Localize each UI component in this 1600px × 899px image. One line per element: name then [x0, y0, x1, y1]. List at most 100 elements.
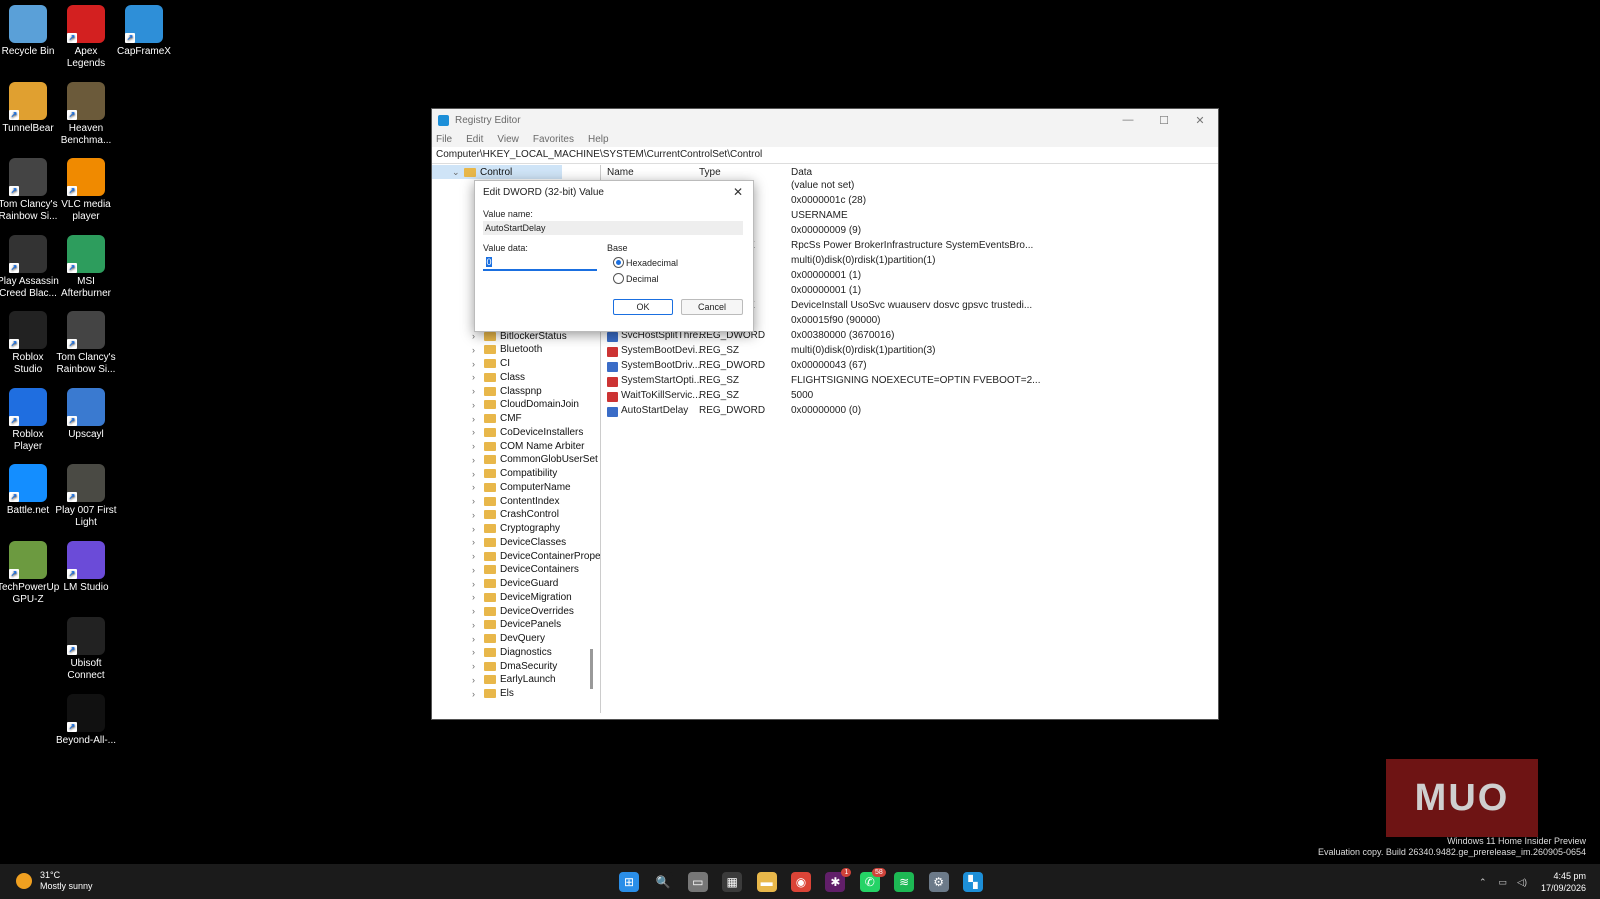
- chevron-right-icon[interactable]: ›: [472, 441, 484, 451]
- tree-item[interactable]: › CoDeviceInstallers: [432, 425, 583, 439]
- chevron-right-icon[interactable]: ›: [472, 510, 484, 520]
- menu-view[interactable]: View: [497, 134, 519, 145]
- hexadecimal-radio[interactable]: [613, 257, 624, 268]
- table-row[interactable]: AutoStartDelay REG_DWORD 0x00000000 (0): [603, 405, 1203, 419]
- tree-item[interactable]: › DeviceContainers: [432, 563, 579, 577]
- tree-item[interactable]: › Diagnostics: [432, 645, 552, 659]
- menu-edit[interactable]: Edit: [466, 134, 483, 145]
- address-bar[interactable]: Computer\HKEY_LOCAL_MACHINE\SYSTEM\Curre…: [432, 147, 1218, 164]
- slack-icon[interactable]: ✱ 1: [825, 868, 852, 892]
- registry-editor-icon[interactable]: ▚: [963, 872, 983, 892]
- chevron-right-icon[interactable]: ›: [472, 606, 484, 616]
- column-header-data[interactable]: Data: [791, 167, 812, 178]
- store-icon[interactable]: ▦: [722, 872, 743, 892]
- tree-item[interactable]: › DevicePanels: [432, 618, 561, 632]
- desktop-shortcut[interactable]: ↗ MSI Afterburner: [55, 234, 117, 300]
- chrome-icon[interactable]: ◉: [791, 872, 811, 892]
- chevron-right-icon[interactable]: ›: [472, 359, 484, 369]
- tree-item[interactable]: › DeviceClasses: [432, 535, 566, 549]
- tree-item[interactable]: › CI: [432, 357, 510, 371]
- chevron-right-icon[interactable]: ›: [472, 592, 484, 602]
- tree-item[interactable]: › Bluetooth: [432, 343, 542, 357]
- tree-item[interactable]: › Classpnp: [432, 384, 542, 398]
- decimal-label[interactable]: Decimal: [626, 274, 659, 284]
- desktop-shortcut[interactable]: ↗ TechPowerUp GPU-Z: [0, 540, 59, 606]
- table-row[interactable]: SystemStartOpti... REG_SZ FLIGHTSIGNING N…: [603, 375, 1203, 389]
- table-row[interactable]: SystemBootDriv... REG_DWORD 0x00000043 (67…: [603, 360, 1203, 374]
- chevron-right-icon[interactable]: ›: [472, 427, 484, 437]
- tree-item[interactable]: › Class: [432, 370, 525, 384]
- tree-item[interactable]: › Compatibility: [432, 467, 557, 481]
- desktop-shortcut[interactable]: ↗ Ubisoft Connect: [55, 617, 117, 682]
- menu-help[interactable]: Help: [588, 134, 609, 145]
- task-view-icon[interactable]: ▭: [687, 872, 708, 892]
- chevron-right-icon[interactable]: ›: [472, 689, 484, 699]
- settings-icon[interactable]: ⚙: [928, 872, 949, 892]
- chevron-right-icon[interactable]: ›: [472, 345, 484, 355]
- start-icon[interactable]: ⊞: [619, 872, 639, 892]
- tree-item[interactable]: › DeviceGuard: [432, 577, 558, 591]
- column-header-type[interactable]: Type: [699, 167, 721, 178]
- chevron-right-icon[interactable]: ›: [472, 537, 484, 547]
- tree-item[interactable]: › DeviceOverrides: [432, 604, 574, 618]
- menu-favorites[interactable]: Favorites: [533, 134, 574, 145]
- cancel-button[interactable]: Cancel: [681, 299, 743, 315]
- chevron-right-icon[interactable]: ›: [472, 579, 484, 589]
- whatsapp-icon[interactable]: ✆ 58: [859, 868, 886, 892]
- chevron-right-icon[interactable]: ›: [472, 565, 484, 575]
- tree-item-control[interactable]: ⌄ Control: [432, 165, 562, 179]
- desktop-shortcut[interactable]: ↗ Beyond-All-...: [55, 693, 117, 747]
- desktop-shortcut[interactable]: ↗ Tom Clancy's Rainbow Si...: [55, 311, 117, 376]
- tree-item[interactable]: › Cryptography: [432, 522, 560, 536]
- chevron-right-icon[interactable]: ›: [472, 675, 484, 685]
- search-icon[interactable]: 🔍: [653, 872, 674, 892]
- tree-item[interactable]: › ContentIndex: [432, 494, 560, 508]
- desktop-shortcut[interactable]: ↗ Play Assassin Creed Blac...: [0, 234, 59, 300]
- chevron-right-icon[interactable]: ›: [472, 524, 484, 534]
- dialog-close-icon[interactable]: ✕: [733, 185, 743, 199]
- chevron-right-icon[interactable]: ›: [472, 455, 484, 465]
- desktop-shortcut[interactable]: ↗ Battle.net: [0, 464, 59, 517]
- desktop-shortcut[interactable]: ↗ Play 007 First Light: [55, 464, 117, 529]
- chevron-right-icon[interactable]: ›: [472, 551, 484, 561]
- tree-item[interactable]: › COM Name Arbiter: [432, 439, 584, 453]
- desktop-shortcut[interactable]: ↗ Apex Legends: [55, 5, 117, 70]
- chevron-right-icon[interactable]: ›: [472, 647, 484, 657]
- tree-item[interactable]: › DeviceContainerPrope: [432, 549, 600, 563]
- minimize-button[interactable]: —: [1110, 114, 1146, 127]
- weather-widget[interactable]: 31°C Mostly sunny: [16, 870, 93, 892]
- network-icon[interactable]: ▭: [1499, 877, 1508, 888]
- chevron-up-icon[interactable]: ⌃: [1479, 877, 1487, 888]
- chevron-down-icon[interactable]: ⌄: [452, 167, 464, 178]
- chevron-right-icon[interactable]: ›: [472, 372, 484, 382]
- clock[interactable]: 4:45 pm 17/09/2026: [1541, 870, 1586, 894]
- tree-item[interactable]: › DeviceMigration: [432, 590, 572, 604]
- chevron-right-icon[interactable]: ›: [472, 634, 484, 644]
- close-button[interactable]: ✕: [1182, 114, 1218, 127]
- tree-item[interactable]: › CMF: [432, 412, 522, 426]
- chevron-right-icon[interactable]: ›: [472, 386, 484, 396]
- volume-icon[interactable]: ◁): [1517, 877, 1527, 888]
- table-row[interactable]: SvcHostSplitThre... REG_DWORD 0x00380000 (…: [603, 330, 1203, 344]
- desktop-shortcut[interactable]: ↗ Roblox Studio: [0, 311, 59, 376]
- chevron-right-icon[interactable]: ›: [472, 331, 484, 341]
- tree-item[interactable]: › ComputerName: [432, 480, 571, 494]
- desktop-shortcut[interactable]: ↗ CapFrameX: [113, 5, 175, 58]
- menu-file[interactable]: File: [436, 134, 452, 145]
- desktop-shortcut[interactable]: ↗ Heaven Benchma...: [55, 81, 117, 147]
- tree-item[interactable]: › CrashControl: [432, 508, 559, 522]
- tree-item[interactable]: › EarlyLaunch: [432, 673, 556, 687]
- desktop-shortcut[interactable]: ↗ Tom Clancy's Rainbow Si...: [0, 158, 59, 223]
- hexadecimal-label[interactable]: Hexadecimal: [626, 258, 678, 268]
- desktop-shortcut[interactable]: ↗ Roblox Player: [0, 387, 59, 453]
- desktop-shortcut[interactable]: ↗ VLC media player: [55, 158, 117, 223]
- maximize-button[interactable]: ☐: [1146, 114, 1182, 127]
- value-data-input[interactable]: 0: [483, 255, 597, 271]
- chevron-right-icon[interactable]: ›: [472, 414, 484, 424]
- chevron-right-icon[interactable]: ›: [472, 482, 484, 492]
- tree-vertical-scrollbar[interactable]: [590, 649, 593, 689]
- desktop-shortcut[interactable]: ↗ LM Studio: [55, 540, 117, 594]
- table-row[interactable]: SystemBootDevi... REG_SZ multi(0)disk(0)rd…: [603, 345, 1203, 359]
- desktop-shortcut[interactable]: Recycle Bin: [0, 5, 59, 58]
- tree-item[interactable]: › DevQuery: [432, 632, 545, 646]
